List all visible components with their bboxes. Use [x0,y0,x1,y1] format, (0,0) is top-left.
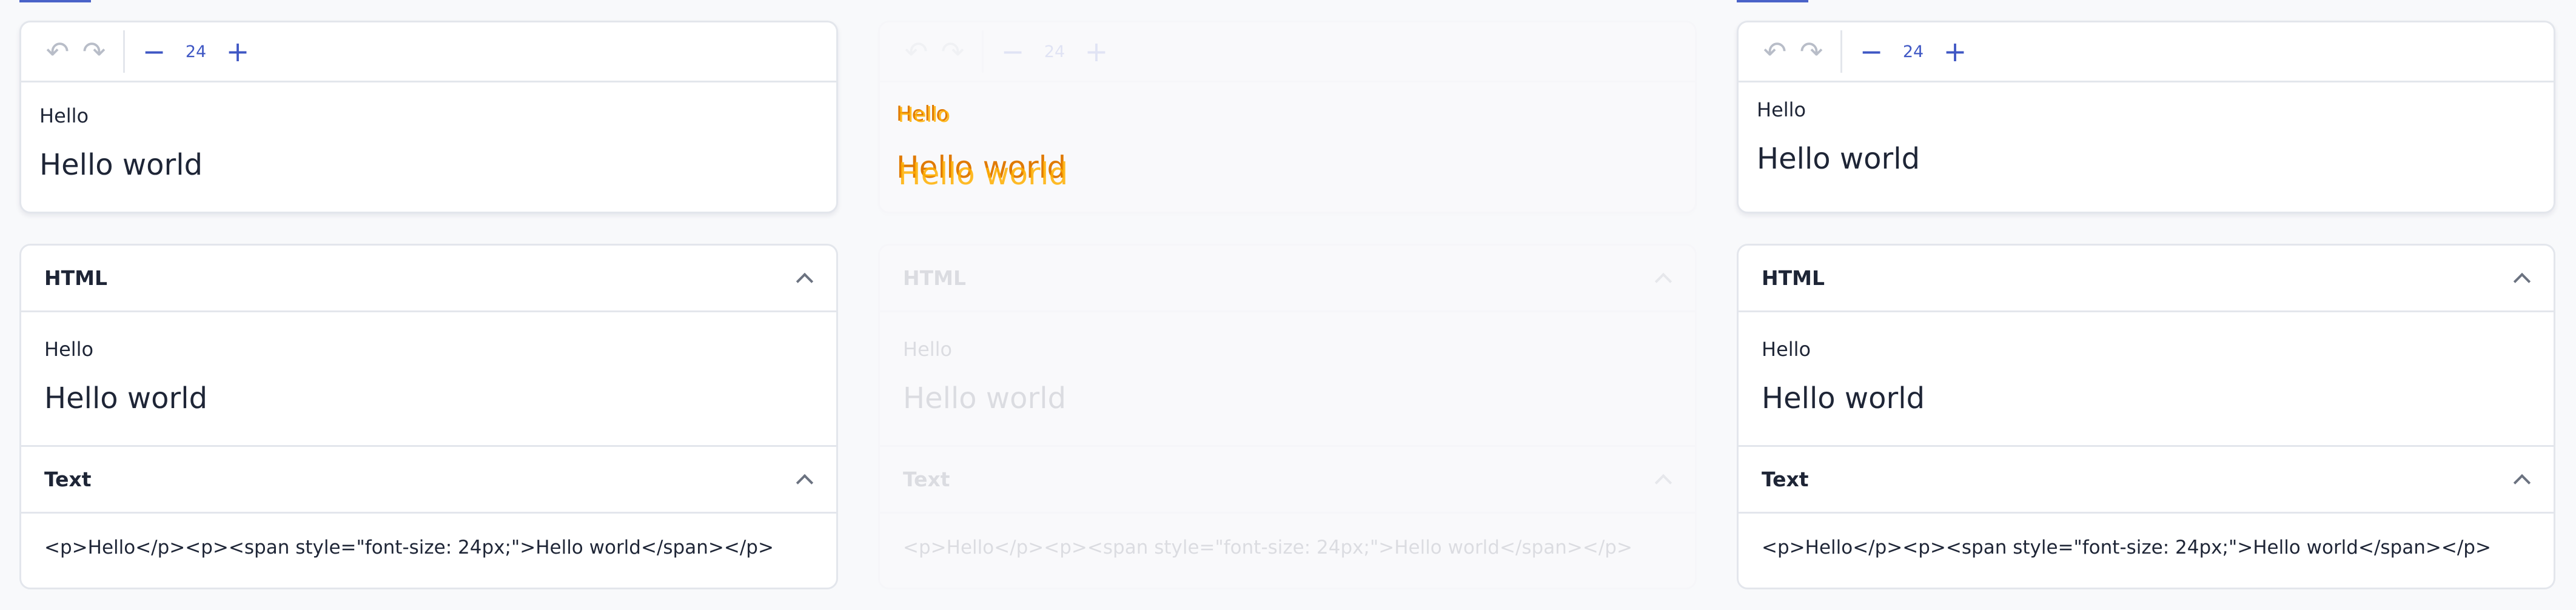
html-section-header[interactable]: HTML [21,246,836,312]
decrease-font-size-button[interactable]: − [995,33,1031,70]
redo-icon[interactable]: ↷ [76,33,112,70]
chevron-up-icon[interactable] [1654,272,1672,290]
text-section-header[interactable]: Text [880,447,1695,514]
text-section-title: Text [44,468,92,491]
editor-content[interactable]: Hello Hello world [1739,82,2554,176]
chevron-up-icon[interactable] [1654,474,1672,491]
undo-icon[interactable]: ↶ [1757,33,1793,70]
increase-font-size-button[interactable]: + [1078,33,1115,70]
editor-content[interactable] [880,82,1695,104]
editor-paragraph[interactable]: Hello [1757,98,2535,121]
editor-paragraph-large[interactable]: Hello world [1757,142,2535,176]
html-section-title: HTML [1762,266,1825,290]
html-section-header[interactable]: HTML [880,246,1695,312]
editor-content[interactable]: Hello Hello world [21,82,836,182]
chevron-up-icon[interactable] [2513,272,2531,290]
panel-expected: ↶ ↷ − 24 + Hello Hello world HTML Hello … [0,0,859,610]
html-preview-paragraph-large: Hello world [903,381,1067,415]
diff-text-large-offset: Hello world [898,156,1068,192]
html-section-header[interactable]: HTML [1739,246,2554,312]
panel-actual: ↶ ↷ − 24 + Hello Hello world HTML Hello … [1717,0,2576,610]
editor-paragraph-large[interactable]: Hello world [39,148,818,182]
text-section-header[interactable]: Text [21,447,836,514]
text-section-title: Text [903,468,950,491]
html-preview-paragraph: Hello [903,338,953,361]
html-preview-paragraph: Hello [1762,338,1811,361]
editor-card: ↶ ↷ − 24 + Hello Hello world [1737,21,2555,213]
editor-toolbar: ↶ ↷ − 24 + [21,22,836,82]
html-preview: Hello Hello world [880,312,1695,447]
redo-icon[interactable]: ↷ [1793,33,1830,70]
chevron-up-icon[interactable] [796,474,814,491]
font-size-value[interactable]: 24 [1031,42,1078,61]
decrease-font-size-button[interactable]: − [136,33,172,70]
undo-icon[interactable]: ↶ [898,33,934,70]
increase-font-size-button[interactable]: + [220,33,256,70]
font-size-value[interactable]: 24 [1890,42,1937,61]
html-section-title: HTML [903,266,966,290]
output-accordion: HTML Hello Hello world Text <p>Hello</p>… [1737,244,2555,589]
editor-card: ↶ ↷ − 24 + Hello Hello world [19,21,838,213]
html-preview: Hello Hello world [21,312,836,447]
increase-font-size-button[interactable]: + [1937,33,1973,70]
editor-toolbar: ↶ ↷ − 24 + [880,22,1695,82]
redo-icon[interactable]: ↷ [934,33,971,70]
decrease-font-size-button[interactable]: − [1853,33,1890,70]
html-preview-paragraph-large: Hello world [44,381,208,415]
text-section-header[interactable]: Text [1739,447,2554,514]
toolbar-separator [982,30,984,73]
output-accordion: HTML Hello Hello world Text <p>Hello</p>… [878,244,1697,589]
top-accent-bar [1737,0,1808,2]
toolbar-separator [123,30,125,73]
top-accent-bar [19,0,91,2]
diff-text-small-offset: Hello [898,103,951,127]
chevron-up-icon[interactable] [2513,474,2531,491]
html-section-title: HTML [44,266,107,290]
text-section-title: Text [1762,468,1809,491]
panel-diff: ↶ ↷ − 24 + HTML Hello Hello world Text <… [859,0,1717,610]
editor-toolbar: ↶ ↷ − 24 + [1739,22,2554,82]
text-source: <p>Hello</p><p><span style="font-size: 2… [903,537,1632,558]
text-source: <p>Hello</p><p><span style="font-size: 2… [44,537,774,558]
html-preview: Hello Hello world [1739,312,2554,447]
html-preview-paragraph: Hello [44,338,94,361]
editor-paragraph[interactable]: Hello [39,104,818,127]
chevron-up-icon[interactable] [796,272,814,290]
text-source: <p>Hello</p><p><span style="font-size: 2… [1762,537,2491,558]
output-accordion: HTML Hello Hello world Text <p>Hello</p>… [19,244,838,589]
undo-icon[interactable]: ↶ [39,33,76,70]
toolbar-separator [1840,30,1842,73]
font-size-value[interactable]: 24 [172,42,220,61]
html-preview-paragraph-large: Hello world [1762,381,1925,415]
